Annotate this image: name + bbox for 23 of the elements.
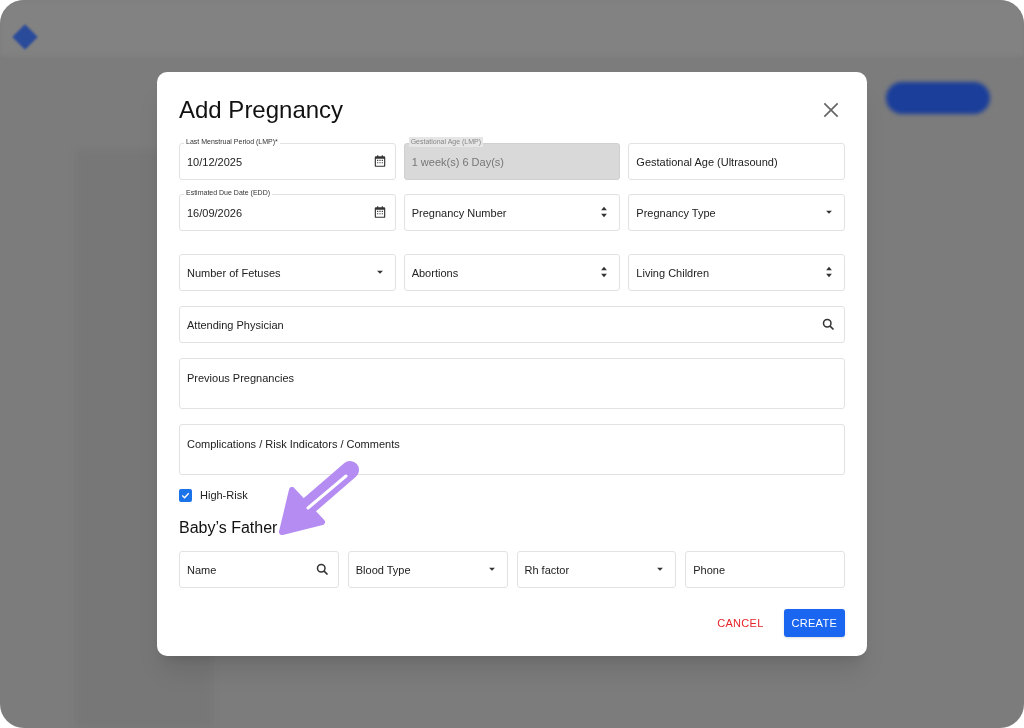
input-field[interactable]: Gestational Age (Ultrasound) xyxy=(628,143,845,180)
text-area[interactable]: Previous Pregnancies xyxy=(179,358,845,409)
create-button[interactable]: CREATE xyxy=(783,609,845,637)
input-field[interactable]: Abortions xyxy=(403,254,621,291)
cancel-button[interactable]: CANCEL xyxy=(709,609,772,637)
calendar-icon[interactable] xyxy=(372,154,387,168)
input-field[interactable]: Attending Physician xyxy=(179,306,845,343)
dropdown-field[interactable]: Number of Fetuses xyxy=(179,254,396,291)
dropdown-field[interactable]: Blood Type xyxy=(347,551,508,588)
input-field[interactable]: Name xyxy=(179,551,339,588)
input-field[interactable]: Pregnancy Number xyxy=(403,194,621,231)
search-icon[interactable] xyxy=(821,317,836,332)
section-heading: Baby’s Father xyxy=(179,518,279,538)
dropdown-field[interactable]: Pregnancy Type xyxy=(628,194,845,231)
input-field[interactable]: Living Children xyxy=(628,254,845,291)
checkbox[interactable] xyxy=(179,488,192,502)
text-area[interactable]: Complications / Risk Indicators / Comments xyxy=(179,424,845,475)
dialog-title: Add Pregnancy xyxy=(179,95,344,125)
search-icon[interactable] xyxy=(314,562,330,577)
dropdown-field[interactable]: Rh factor xyxy=(516,551,677,588)
checkbox-label: High-Risk xyxy=(200,487,248,503)
input-field[interactable]: Phone xyxy=(685,551,845,588)
calendar-icon[interactable] xyxy=(372,205,387,219)
